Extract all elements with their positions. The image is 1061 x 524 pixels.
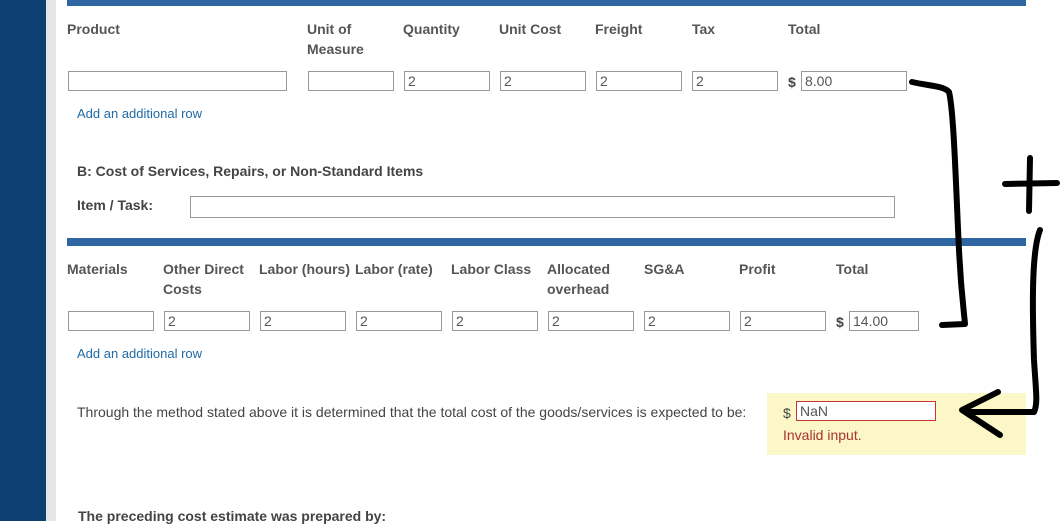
labor-rate-input[interactable] — [356, 311, 442, 331]
quantity-input[interactable] — [404, 71, 490, 91]
goods-total-input[interactable] — [801, 71, 907, 91]
bracket-stroke — [909, 79, 968, 328]
left-sidebar — [0, 0, 46, 521]
header-tax: Tax — [692, 21, 716, 37]
header-labor-hours: Labor (hours) — [259, 261, 350, 277]
allocated-overhead-input[interactable] — [548, 311, 634, 331]
total-cost-statement: Through the method stated above it is de… — [77, 404, 747, 420]
header-quantity: Quantity — [403, 21, 460, 37]
summary-currency-symbol: $ — [783, 405, 791, 421]
header-labor-rate: Labor (rate) — [355, 261, 433, 277]
labor-hours-input[interactable] — [260, 311, 346, 331]
freight-input[interactable] — [596, 71, 682, 91]
header-materials: Materials — [67, 261, 128, 277]
prepared-by-heading: The preceding cost estimate was prepared… — [78, 508, 387, 524]
other-direct-costs-input[interactable] — [164, 311, 250, 331]
total-currency-symbol: $ — [788, 74, 796, 90]
services-total-input[interactable] — [849, 311, 919, 331]
services-currency-symbol: $ — [836, 314, 844, 330]
header-sga: SG&A — [644, 261, 685, 277]
arrow-stroke — [965, 227, 1043, 415]
labor-class-input[interactable] — [452, 311, 538, 331]
header-allocated-overhead: Allocated overhead — [547, 261, 611, 297]
header-other-direct-costs: Other Direct Costs — [163, 261, 244, 297]
materials-input[interactable] — [68, 311, 154, 331]
unit-of-measure-input[interactable] — [308, 71, 394, 91]
add-row-link-services[interactable]: Add an additional row — [77, 346, 202, 361]
header-freight: Freight — [595, 21, 643, 37]
header-profit: Profit — [739, 261, 776, 277]
profit-input[interactable] — [740, 311, 826, 331]
sga-input[interactable] — [644, 311, 730, 331]
header-labor-class: Labor Class — [451, 261, 532, 277]
tax-input[interactable] — [692, 71, 778, 91]
product-input[interactable] — [68, 71, 287, 91]
header-services-total: Total — [836, 261, 869, 277]
header-total: Total — [788, 21, 821, 37]
header-product: Product — [67, 21, 120, 37]
item-task-label: Item / Task: — [77, 197, 153, 213]
section-divider-top — [67, 0, 1026, 6]
total-cost-input[interactable] — [796, 401, 936, 421]
section-b-title: B: Cost of Services, Repairs, or Non-Sta… — [77, 163, 424, 179]
header-unit-cost: Unit Cost — [499, 21, 562, 37]
sidebar-gutter — [46, 0, 56, 521]
section-divider-services — [67, 238, 1026, 246]
add-row-link-goods[interactable]: Add an additional row — [77, 106, 202, 121]
item-task-input[interactable] — [190, 196, 895, 218]
invalid-input-message: Invalid input. — [783, 427, 862, 443]
unit-cost-input[interactable] — [500, 71, 586, 91]
header-unit-of-measure: Unit of Measure — [307, 21, 364, 57]
plus-icon — [1002, 155, 1060, 214]
